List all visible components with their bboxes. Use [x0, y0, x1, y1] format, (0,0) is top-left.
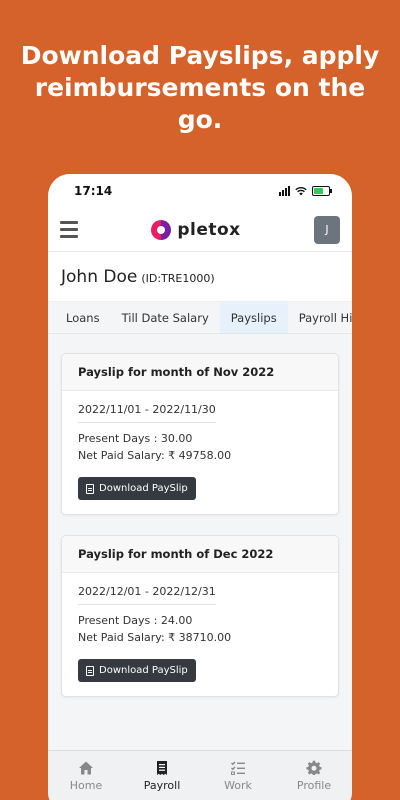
avatar[interactable]: J	[313, 215, 340, 244]
payslip-period: 2022/12/01 - 2022/12/31	[78, 585, 216, 605]
payslip-card: Payslip for month of Nov 2022 2022/11/01…	[61, 353, 339, 515]
download-payslip-label: Download PaySlip	[99, 483, 188, 494]
user-name: John Doe	[61, 266, 138, 287]
nav-payroll-label: Payroll	[143, 778, 181, 792]
net-paid-salary: Net Paid Salary: ₹ 38710.00	[78, 631, 232, 644]
net-paid-salary: Net Paid Salary: ₹ 49758.00	[78, 449, 232, 462]
nav-work[interactable]: Work	[200, 751, 276, 800]
app-logo: pletox	[151, 219, 241, 240]
bottom-nav: Home Payroll Work Profile	[48, 750, 352, 800]
battery-icon	[312, 186, 332, 196]
file-pdf-icon	[86, 483, 94, 494]
nav-payroll[interactable]: Payroll	[124, 751, 200, 800]
nav-home-label: Home	[69, 778, 103, 792]
phone-frame: 17:14 pletox J John Doe (ID:TRE1000) Loa…	[48, 174, 352, 800]
payslip-period: 2022/11/01 - 2022/11/30	[78, 403, 216, 423]
promo-headline: Download Payslips, apply reimbursements …	[20, 41, 380, 134]
tab-payroll-history[interactable]: Payroll His	[288, 302, 352, 333]
user-id: (ID:TRE1000)	[141, 271, 215, 285]
wifi-icon	[295, 186, 307, 196]
payslip-card: Payslip for month of Dec 2022 2022/12/01…	[61, 535, 339, 697]
present-days: Present Days : 24.00	[78, 614, 193, 627]
download-payslip-label: Download PaySlip	[99, 665, 188, 676]
logo-text: pletox	[177, 219, 241, 240]
menu-icon[interactable]	[60, 221, 78, 238]
tab-loans[interactable]: Loans	[55, 302, 111, 333]
nav-profile-label: Profile	[296, 778, 332, 792]
nav-home[interactable]: Home	[48, 751, 124, 800]
cell-signal-icon	[279, 186, 290, 196]
tab-till-date-salary[interactable]: Till Date Salary	[111, 302, 220, 333]
logo-icon	[151, 219, 172, 240]
status-bar: 17:14	[48, 174, 352, 208]
tab-bar: Loans Till Date Salary Payslips Payroll …	[48, 302, 352, 334]
present-days: Present Days : 30.00	[78, 432, 193, 445]
download-payslip-button[interactable]: Download PaySlip	[78, 477, 196, 500]
payslip-title: Payslip for month of Dec 2022	[62, 536, 338, 573]
download-payslip-button[interactable]: Download PaySlip	[78, 659, 196, 682]
payslip-list: Payslip for month of Nov 2022 2022/11/01…	[48, 334, 352, 754]
home-icon	[79, 761, 93, 774]
user-header: John Doe (ID:TRE1000)	[48, 252, 352, 302]
app-bar: pletox J	[48, 208, 352, 252]
status-time: 17:14	[74, 184, 113, 198]
tab-payslips[interactable]: Payslips	[219, 302, 288, 333]
checklist-icon	[231, 761, 245, 775]
receipt-icon	[157, 760, 167, 775]
payslip-title: Payslip for month of Nov 2022	[62, 354, 338, 391]
file-pdf-icon	[86, 665, 94, 676]
nav-profile[interactable]: Profile	[276, 751, 352, 800]
gear-icon	[306, 760, 322, 775]
nav-work-label: Work	[224, 778, 252, 792]
